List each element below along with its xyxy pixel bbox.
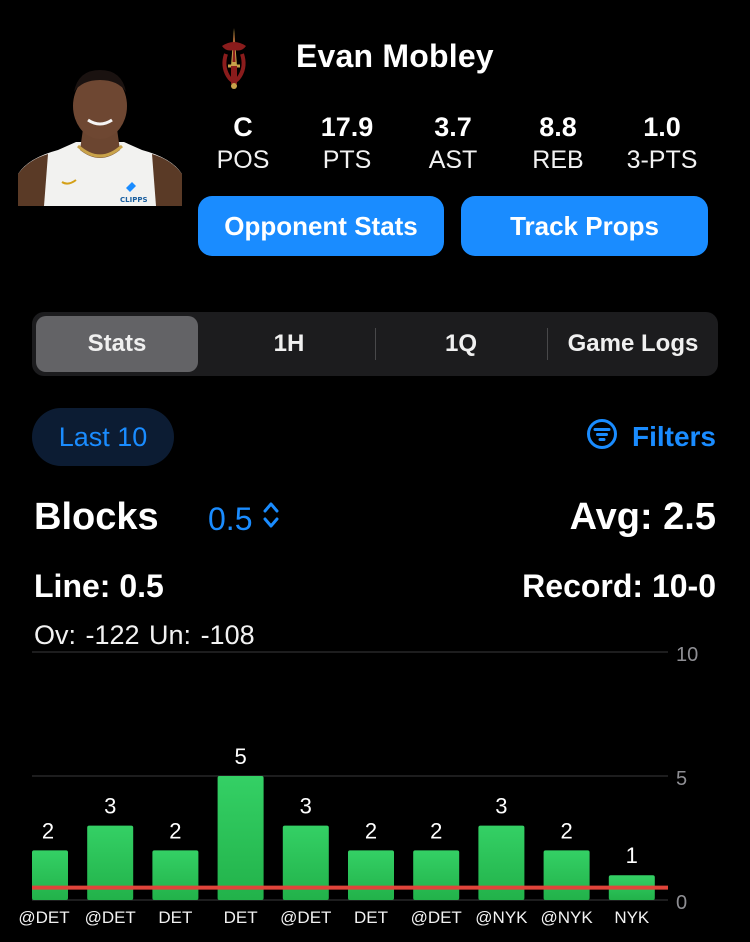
opponent-stats-button[interactable]: Opponent Stats	[198, 196, 444, 256]
y-tick-label: 10	[676, 644, 698, 666]
x-tick-label: @DET	[280, 908, 331, 927]
bar-value-label: 2	[560, 818, 572, 843]
filters-label: Filters	[631, 421, 716, 452]
bar-value-label: 3	[495, 794, 507, 819]
stat-label: POS	[216, 146, 270, 174]
player-photo: CLIPPS	[18, 62, 182, 206]
y-tick-label: 0	[676, 892, 687, 914]
tab-1h[interactable]: 1H	[204, 316, 374, 372]
jersey-sponsor-text: CLIPPS	[120, 196, 148, 204]
record-text: Record: 10-0	[522, 568, 716, 604]
filter-lines-icon	[586, 418, 618, 457]
bar-value-label: 1	[626, 843, 638, 868]
tab-game-logs[interactable]: Game Logs	[548, 316, 718, 372]
stat-label: 3-PTS	[626, 146, 698, 174]
stat-value: 1.0	[643, 112, 681, 142]
stat-label: AST	[428, 146, 478, 174]
stat-points: 17.9 PTS	[292, 112, 402, 178]
line-text: Line: 0.5	[34, 568, 164, 604]
player-name: Evan Mobley	[296, 38, 494, 74]
bar-value-label: 3	[104, 794, 116, 819]
track-props-button[interactable]: Track Props	[461, 196, 708, 256]
stat-value: 3.7	[434, 112, 472, 142]
tab-stats[interactable]: Stats	[36, 316, 198, 372]
tab-1q[interactable]: 1Q	[376, 316, 546, 372]
stat-period-tabs: Stats 1H 1Q Game Logs	[32, 312, 718, 376]
bar	[348, 850, 394, 900]
prop-stat-title: Blocks	[34, 496, 159, 538]
stat-label: REB	[532, 146, 584, 174]
stat-value: C	[233, 112, 253, 142]
range-pill-last-10[interactable]: Last 10	[32, 408, 174, 466]
bar	[152, 850, 199, 900]
bar-value-label: 5	[234, 744, 246, 769]
x-tick-label: @NYK	[475, 908, 528, 927]
x-tick-label: @NYK	[540, 908, 593, 927]
chevron-up-down-icon	[262, 500, 280, 538]
x-tick-label: DET	[158, 908, 192, 927]
line-value: 0.5	[208, 500, 253, 537]
stat-assists: 3.7 AST	[398, 112, 508, 178]
bar	[413, 850, 460, 900]
filters-button[interactable]: Filters	[586, 416, 716, 458]
bar	[543, 850, 590, 900]
stat-label: PTS	[322, 146, 372, 174]
bar-value-label: 2	[169, 818, 181, 843]
x-tick-label: @DET	[85, 908, 136, 927]
stat-three-pointers: 1.0 3-PTS	[607, 112, 717, 178]
blocks-bar-chart: 0 5 10 2 @DET 3 @DET 2 DET 5 DET 3 @DET 2 DET 2 @DET 3 @NY…	[18, 644, 698, 927]
bar-value-label: 2	[430, 818, 442, 843]
x-tick-label: DET	[224, 908, 258, 927]
x-tick-label: NYK	[614, 908, 650, 927]
bar-value-label: 3	[300, 794, 312, 819]
stat-position: C POS	[188, 112, 298, 178]
stat-rebounds: 8.8 REB	[503, 112, 613, 178]
stat-value: 8.8	[539, 112, 577, 142]
x-tick-label: @DET	[411, 908, 462, 927]
x-tick-label: DET	[354, 908, 388, 927]
bar	[32, 850, 68, 900]
bar	[217, 776, 264, 900]
average-value: Avg: 2.5	[569, 496, 716, 538]
bar-value-label: 2	[365, 818, 377, 843]
bar-value-label: 2	[42, 818, 54, 843]
stat-value: 17.9	[320, 112, 374, 142]
line-value-selector[interactable]: 0.5	[208, 500, 280, 538]
x-tick-label: @DET	[18, 908, 69, 927]
y-tick-label: 5	[676, 768, 687, 790]
cavaliers-sword-logo-icon	[214, 26, 254, 90]
